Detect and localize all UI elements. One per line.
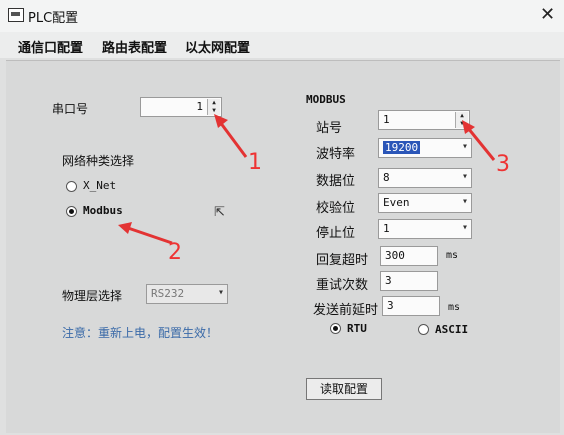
annotation-1: 1 [248, 150, 262, 175]
annotation-3: 3 [496, 152, 510, 177]
annotation-arrows [118, 114, 496, 245]
annotation-2: 2 [168, 240, 182, 265]
plc-config-window: PLC配置 ✕ 通信口配置 路由表配置 以太网配置 串口号 1 ▲ ▼ 网络种类选… [0, 0, 564, 435]
